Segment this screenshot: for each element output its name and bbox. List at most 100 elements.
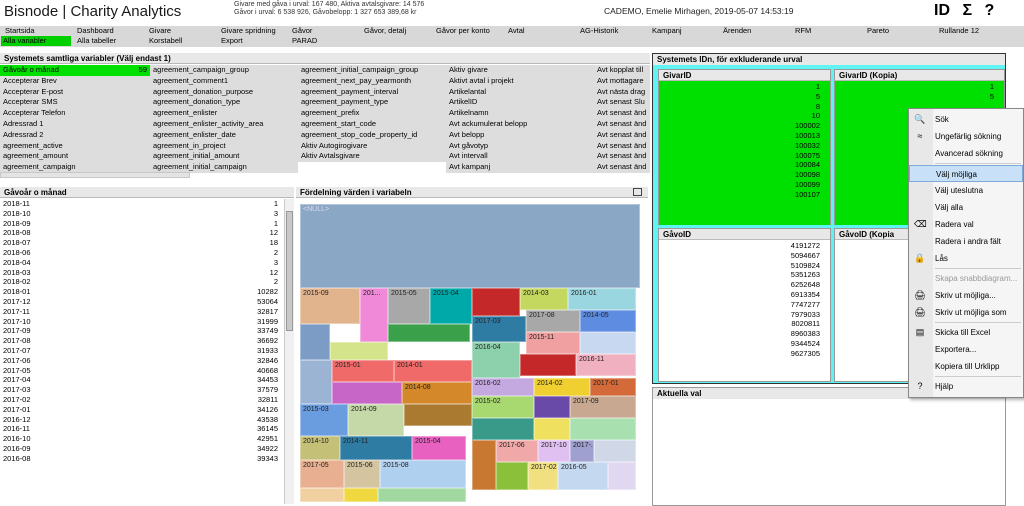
tab-8[interactable]: AG-Historik bbox=[578, 26, 618, 36]
variable-item[interactable]: Accepterar Brev bbox=[0, 75, 150, 87]
variable-item[interactable]: Adressrad 2 bbox=[0, 129, 150, 141]
id-value[interactable]: 100002 bbox=[659, 121, 830, 131]
variable-item[interactable]: Avt mottagare bbox=[594, 75, 650, 87]
variable-item[interactable]: Avt nästa drag bbox=[594, 86, 650, 98]
subtab-2[interactable]: Korstabell bbox=[147, 36, 182, 46]
maximize-icon[interactable] bbox=[633, 188, 642, 196]
id-value[interactable]: 8020811 bbox=[659, 319, 830, 329]
id-value[interactable]: 8960383 bbox=[659, 329, 830, 339]
id-value[interactable]: 100084 bbox=[659, 160, 830, 170]
menu-item[interactable]: ▤ Skicka till Excel bbox=[909, 324, 1023, 341]
subtab-3[interactable]: Export bbox=[219, 36, 243, 46]
variable-item[interactable]: Avt kampanj bbox=[446, 162, 594, 173]
list-item[interactable]: 2017-11 32817 bbox=[0, 307, 294, 317]
variable-item[interactable]: Avt senast Slu bbox=[594, 97, 650, 109]
variable-item[interactable]: agreement_enlister_date bbox=[150, 129, 298, 141]
variable-item[interactable]: Avt senast änd bbox=[594, 162, 650, 173]
subtab-1[interactable]: Alla tabeller bbox=[75, 36, 116, 46]
subtab-4[interactable]: PARAD bbox=[290, 36, 317, 46]
treemap-cell[interactable]: 2015-02 bbox=[472, 396, 534, 418]
list-item[interactable]: 2017-02 32811 bbox=[0, 395, 294, 405]
list-item[interactable]: 2018-07 18 bbox=[0, 238, 294, 248]
treemap-cell[interactable] bbox=[608, 462, 636, 490]
variable-item[interactable]: agreement_initial_campaign_group bbox=[298, 65, 446, 76]
treemap-cell[interactable]: 2015-03 bbox=[300, 404, 348, 436]
id-value[interactable]: 5 bbox=[659, 92, 830, 102]
treemap-cell[interactable] bbox=[594, 440, 636, 462]
treemap-cell[interactable]: 2014-03 bbox=[520, 288, 568, 310]
list-item[interactable]: 2017-09 33749 bbox=[0, 326, 294, 336]
id-value[interactable]: 1 bbox=[659, 82, 830, 92]
list-item[interactable]: 2017-05 40668 bbox=[0, 366, 294, 376]
treemap-cell[interactable]: 2014-08 bbox=[402, 382, 472, 404]
list-item[interactable]: 2018-10 3 bbox=[0, 209, 294, 219]
treemap-cell[interactable]: 2015-08 bbox=[380, 460, 466, 488]
list-item[interactable]: 2016-09 34922 bbox=[0, 444, 294, 454]
menu-item[interactable]: ⌫ Radera val bbox=[909, 216, 1023, 233]
treemap-cell[interactable]: 2017-06 bbox=[496, 440, 538, 462]
variable-item[interactable]: agreement_enlister_activity_area bbox=[150, 118, 298, 130]
variable-item[interactable]: Avt senast änd bbox=[594, 108, 650, 119]
tab-3[interactable]: Givare spridning bbox=[219, 26, 276, 36]
treemap-cell[interactable]: 2014-01 bbox=[394, 360, 472, 382]
treemap-cell[interactable] bbox=[344, 488, 378, 502]
treemap-cell[interactable] bbox=[330, 342, 388, 360]
help-icon[interactable]: ? bbox=[985, 2, 995, 19]
id-value[interactable]: 5 bbox=[835, 92, 1004, 102]
list-item[interactable]: 2017-06 32846 bbox=[0, 356, 294, 366]
treemap-cell[interactable]: 2015-05 bbox=[388, 288, 430, 324]
variable-item[interactable]: Avt intervall bbox=[446, 151, 594, 163]
treemap-cell[interactable]: 2017-05 bbox=[300, 460, 344, 488]
variable-item[interactable]: ArtikelID bbox=[446, 97, 594, 109]
menu-item[interactable]: ≈ Ungefärlig sökning bbox=[909, 128, 1023, 145]
tab-7[interactable]: Avtal bbox=[506, 26, 525, 36]
variables-horizontal-scrollbar[interactable] bbox=[0, 172, 190, 178]
variable-item[interactable]: Avt senast änd bbox=[594, 151, 650, 163]
id-icon[interactable]: ID bbox=[934, 2, 950, 19]
variable-item[interactable]: Avt senast änd bbox=[594, 140, 650, 152]
variable-item[interactable]: agreement_enlister bbox=[150, 108, 298, 119]
treemap-cell[interactable]: 2017-... bbox=[570, 440, 594, 462]
menu-item[interactable]: Välj möjliga bbox=[909, 165, 1023, 182]
treemap-cell[interactable] bbox=[300, 324, 330, 360]
list-item[interactable]: 2017-08 36692 bbox=[0, 336, 294, 346]
id-value[interactable]: 10 bbox=[659, 111, 830, 121]
treemap-cell[interactable] bbox=[332, 382, 402, 404]
tab-11[interactable]: RFM bbox=[793, 26, 811, 36]
treemap-cell[interactable]: 2017-10 bbox=[538, 440, 570, 462]
id-value[interactable]: 5094667 bbox=[659, 251, 830, 261]
list-item[interactable]: 2017-10 31999 bbox=[0, 317, 294, 327]
list-item[interactable]: 2018-06 2 bbox=[0, 248, 294, 258]
treemap-cell[interactable] bbox=[534, 396, 570, 418]
tab-13[interactable]: Rullande 12 bbox=[937, 26, 979, 36]
treemap-cell[interactable] bbox=[472, 288, 520, 316]
treemap-cell[interactable]: 2016-04 bbox=[472, 342, 520, 378]
treemap-cell[interactable]: 2017-09 bbox=[570, 396, 636, 418]
menu-item[interactable]: Välj alla bbox=[909, 199, 1023, 216]
variable-item[interactable]: Avt belopp bbox=[446, 129, 594, 141]
variable-item[interactable]: Avt ackumulerat belopp bbox=[446, 118, 594, 130]
list-item[interactable]: 2018-09 1 bbox=[0, 219, 294, 229]
id-value[interactable]: 4191272 bbox=[659, 241, 830, 251]
list-item[interactable]: 2018-08 12 bbox=[0, 228, 294, 238]
treemap-cell[interactable]: 2014-10 bbox=[300, 436, 340, 460]
menu-item[interactable]: Radera i andra fält bbox=[909, 233, 1023, 250]
id-value[interactable]: 5351263 bbox=[659, 270, 830, 280]
sum-icon[interactable]: Σ bbox=[962, 2, 972, 19]
list-item[interactable]: 2017-07 31933 bbox=[0, 346, 294, 356]
variable-item[interactable]: Artikelnamn bbox=[446, 108, 594, 119]
variable-item[interactable]: Artikelantal bbox=[446, 86, 594, 98]
variable-item[interactable]: Aktivt avtal i projekt bbox=[446, 75, 594, 87]
tab-10[interactable]: Ärenden bbox=[721, 26, 751, 36]
id-value[interactable]: 100075 bbox=[659, 151, 830, 161]
treemap-cell[interactable]: 2017-03 bbox=[472, 316, 526, 342]
variable-item[interactable]: agreement_campaign_group bbox=[150, 65, 298, 76]
variable-item[interactable]: Accepterar E-post bbox=[0, 86, 150, 98]
variable-item[interactable]: Accepterar SMS bbox=[0, 97, 150, 109]
list-item[interactable]: 2016-11 36145 bbox=[0, 424, 294, 434]
treemap-cell[interactable] bbox=[472, 440, 496, 490]
treemap-cell[interactable] bbox=[300, 488, 344, 502]
list-item[interactable]: 2018-11 1 bbox=[0, 199, 294, 209]
menu-item[interactable]: 🔒 Lås bbox=[909, 250, 1023, 267]
variable-item[interactable]: agreement_donation_purpose bbox=[150, 86, 298, 98]
